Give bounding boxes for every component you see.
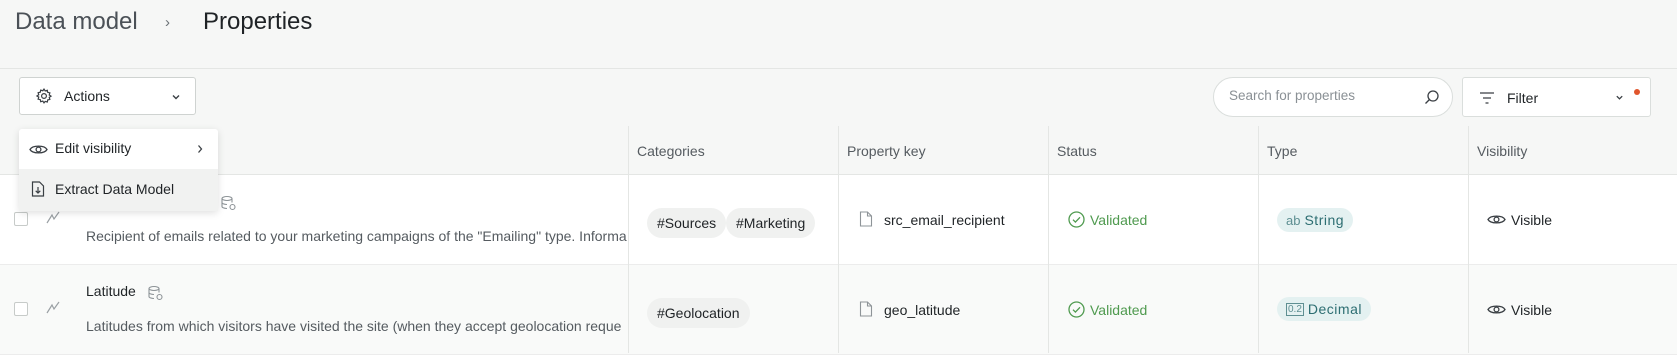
property-description: Latitudes from which visitors have visit…	[86, 318, 622, 334]
property-key: src_email_recipient	[884, 212, 1005, 228]
property-name[interactable]: Latitude	[86, 283, 136, 299]
category-tag[interactable]: #Marketing	[726, 208, 816, 238]
breadcrumb-root[interactable]: Data model	[15, 8, 138, 36]
eye-icon	[1487, 215, 1506, 224]
row-checkbox[interactable]	[14, 302, 28, 316]
filter-active-indicator	[1634, 89, 1640, 95]
database-icon	[221, 195, 236, 211]
decimal-type-icon: 0.2	[1286, 302, 1304, 316]
column-divider	[628, 126, 629, 353]
column-divider	[1258, 126, 1259, 353]
database-icon	[148, 285, 163, 301]
column-divider	[838, 126, 839, 353]
column-header-visibility[interactable]: Visibility	[1477, 143, 1527, 159]
row-checkbox[interactable]	[14, 212, 28, 226]
check-circle-icon	[1068, 301, 1085, 318]
trend-icon	[46, 301, 60, 314]
type-chip: 0.2 Decimal	[1277, 297, 1371, 321]
column-divider	[1048, 126, 1049, 353]
type-label: String	[1304, 212, 1345, 228]
actions-button[interactable]: Actions	[19, 77, 196, 115]
search-icon[interactable]	[1424, 89, 1440, 105]
string-type-icon: ab	[1286, 212, 1301, 228]
visibility-status[interactable]: Visible	[1511, 302, 1552, 318]
status-badge: Validated	[1090, 302, 1148, 318]
breadcrumb-separator: ›	[165, 14, 170, 31]
status-badge: Validated	[1090, 212, 1148, 228]
filter-label: Filter	[1507, 90, 1539, 106]
actions-menu: Edit visibility Extract Data Model	[19, 129, 218, 211]
category-tag[interactable]: #Sources	[647, 208, 727, 238]
menu-item-extract-data-model[interactable]: Extract Data Model	[19, 169, 218, 211]
page-title: Properties	[203, 8, 313, 35]
type-label: Decimal	[1307, 301, 1362, 317]
menu-item-label: Extract Data Model	[55, 181, 175, 197]
eye-icon	[1487, 305, 1506, 314]
filter-icon	[1480, 92, 1494, 104]
gear-icon	[35, 88, 53, 104]
property-key: geo_latitude	[884, 302, 961, 318]
menu-item-edit-visibility[interactable]: Edit visibility	[19, 129, 218, 169]
property-description: Recipient of emails related to your mark…	[86, 228, 627, 244]
trend-icon	[46, 211, 60, 224]
chevron-down-icon	[172, 95, 180, 100]
category-tag[interactable]: #Geolocation	[647, 298, 750, 328]
column-header-categories[interactable]: Categories	[637, 143, 705, 159]
actions-label: Actions	[64, 88, 110, 104]
search-input[interactable]	[1227, 87, 1421, 104]
file-icon	[859, 211, 873, 227]
check-circle-icon	[1068, 211, 1085, 228]
column-header-type[interactable]: Type	[1267, 143, 1297, 159]
chevron-down-icon	[1616, 95, 1623, 100]
filter-button[interactable]: Filter	[1462, 77, 1651, 117]
column-header-property-key[interactable]: Property key	[847, 143, 926, 159]
visibility-status[interactable]: Visible	[1511, 212, 1552, 228]
file-icon	[859, 301, 873, 317]
type-chip: ab String	[1277, 208, 1354, 232]
column-divider	[1468, 126, 1469, 353]
chevron-right-icon	[198, 145, 203, 153]
document-download-icon	[31, 181, 45, 197]
search-box[interactable]	[1213, 77, 1453, 117]
menu-item-label: Edit visibility	[55, 140, 132, 156]
column-header-status[interactable]: Status	[1057, 143, 1097, 159]
eye-icon	[29, 145, 48, 154]
